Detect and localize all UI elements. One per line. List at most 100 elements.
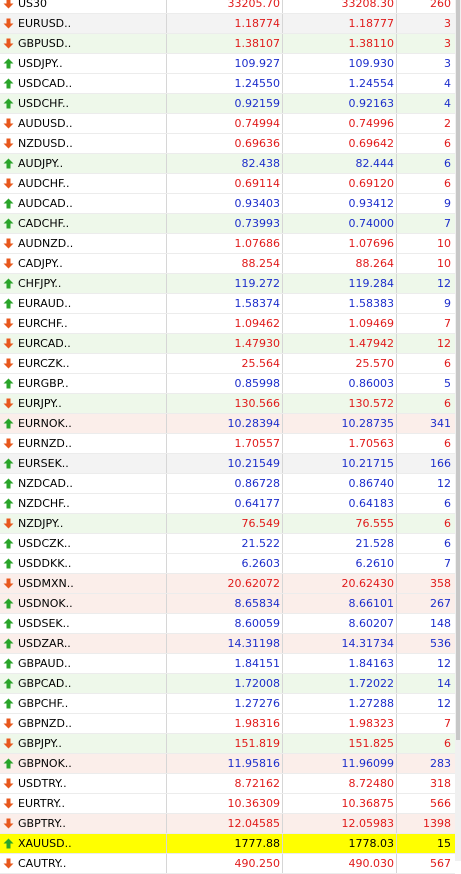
quote-row[interactable]: USDSEK.. 8.60059 8.60207 148 bbox=[0, 614, 455, 634]
quote-row[interactable]: US30 33205.70 33208.30 260 bbox=[0, 0, 455, 14]
quote-row[interactable]: GBPJPY.. 151.819 151.825 6 bbox=[0, 734, 455, 754]
scrollbar-thumb[interactable] bbox=[456, 0, 460, 740]
symbol-cell: EURCAD.. bbox=[0, 334, 167, 353]
symbol-label: AUDCAD.. bbox=[18, 197, 73, 210]
vertical-scrollbar[interactable] bbox=[455, 0, 461, 861]
arrow-up-icon bbox=[3, 618, 14, 629]
symbol-cell: USDCHF.. bbox=[0, 94, 167, 113]
spread-cell: 2 bbox=[444, 117, 451, 130]
quote-row[interactable]: USDCZK.. 21.522 21.528 6 bbox=[0, 534, 455, 554]
quote-row[interactable]: NZDCHF.. 0.64177 0.64183 6 bbox=[0, 494, 455, 514]
arrow-up-icon bbox=[3, 198, 14, 209]
quote-row[interactable]: CAUTRY.. 490.250 490.030 567 bbox=[0, 854, 455, 874]
quote-row[interactable]: EURUSD.. 1.18774 1.18777 3 bbox=[0, 14, 455, 34]
ask-cell: 25.570 bbox=[283, 354, 397, 373]
bid-cell: 82.438 bbox=[167, 154, 283, 173]
bid-cell: 21.522 bbox=[167, 534, 283, 553]
quote-row[interactable]: USDCAD.. 1.24550 1.24554 4 bbox=[0, 74, 455, 94]
quote-row[interactable]: EURCHF.. 1.09462 1.09469 7 bbox=[0, 314, 455, 334]
bid-cell: 109.927 bbox=[167, 54, 283, 73]
arrow-down-icon bbox=[3, 518, 14, 529]
arrow-up-icon bbox=[3, 78, 14, 89]
spread-cell: 6 bbox=[444, 497, 451, 510]
quote-row[interactable]: EURAUD.. 1.58374 1.58383 9 bbox=[0, 294, 455, 314]
ask-cell: 0.69642 bbox=[283, 134, 397, 153]
spread-cell: 6 bbox=[444, 357, 451, 370]
arrow-down-icon bbox=[3, 178, 14, 189]
symbol-label: USDSEK.. bbox=[18, 617, 70, 630]
ask-cell: 10.21715 bbox=[283, 454, 397, 473]
quote-row[interactable]: GBPAUD.. 1.84151 1.84163 12 bbox=[0, 654, 455, 674]
quote-row[interactable]: AUDCAD.. 0.93403 0.93412 9 bbox=[0, 194, 455, 214]
symbol-cell: AUDJPY.. bbox=[0, 154, 167, 173]
quote-row[interactable]: EURJPY.. 130.566 130.572 6 bbox=[0, 394, 455, 414]
quote-row[interactable]: AUDJPY.. 82.438 82.444 6 bbox=[0, 154, 455, 174]
ask-cell: 490.030 bbox=[283, 854, 397, 873]
ask-cell: 88.264 bbox=[283, 254, 397, 273]
arrow-up-icon bbox=[3, 598, 14, 609]
ask-cell: 0.69120 bbox=[283, 174, 397, 193]
quote-row[interactable]: USDMXN.. 20.62072 20.62430 358 bbox=[0, 574, 455, 594]
spread-cell: 9 bbox=[444, 197, 451, 210]
quote-row[interactable]: GBPCHF.. 1.27276 1.27288 12 bbox=[0, 694, 455, 714]
quote-row[interactable]: EURGBP.. 0.85998 0.86003 5 bbox=[0, 374, 455, 394]
arrow-down-icon bbox=[3, 438, 14, 449]
quote-row[interactable]: NZDCAD.. 0.86728 0.86740 12 bbox=[0, 474, 455, 494]
quote-row[interactable]: AUDCHF.. 0.69114 0.69120 6 bbox=[0, 174, 455, 194]
quote-row[interactable]: NZDUSD.. 0.69636 0.69642 6 bbox=[0, 134, 455, 154]
quote-row[interactable]: EURNOK.. 10.28394 10.28735 341 bbox=[0, 414, 455, 434]
symbol-cell: EURNZD.. bbox=[0, 434, 167, 453]
quote-row[interactable]: EURNZD.. 1.70557 1.70563 6 bbox=[0, 434, 455, 454]
spread-cell: 15 bbox=[437, 837, 451, 850]
quote-row[interactable]: GBPNZD.. 1.98316 1.98323 7 bbox=[0, 714, 455, 734]
symbol-cell: CHFJPY.. bbox=[0, 274, 167, 293]
quote-row[interactable]: CADCHF.. 0.73993 0.74000 7 bbox=[0, 214, 455, 234]
symbol-label: EURSEK.. bbox=[18, 457, 69, 470]
quote-row[interactable]: EURCZK.. 25.564 25.570 6 bbox=[0, 354, 455, 374]
quote-row[interactable]: USDCHF.. 0.92159 0.92163 4 bbox=[0, 94, 455, 114]
arrow-down-icon bbox=[3, 398, 14, 409]
arrow-up-icon bbox=[3, 158, 14, 169]
ask-cell: 8.60207 bbox=[283, 614, 397, 633]
quote-row[interactable]: AUDUSD.. 0.74994 0.74996 2 bbox=[0, 114, 455, 134]
symbol-cell: EURCHF.. bbox=[0, 314, 167, 333]
ask-cell: 33208.30 bbox=[283, 0, 397, 13]
quote-row[interactable]: USDDKK.. 6.2603 6.2610 7 bbox=[0, 554, 455, 574]
arrow-up-icon bbox=[3, 278, 14, 289]
arrow-up-icon bbox=[3, 298, 14, 309]
ask-cell: 14.31734 bbox=[283, 634, 397, 653]
spread-cell: 3 bbox=[444, 17, 451, 30]
symbol-label: EURAUD.. bbox=[18, 297, 72, 310]
symbol-label: USDJPY.. bbox=[18, 57, 63, 70]
bid-cell: 10.36309 bbox=[167, 794, 283, 813]
symbol-cell: EURAUD.. bbox=[0, 294, 167, 313]
symbol-label: GBPAUD.. bbox=[18, 657, 72, 670]
quote-row[interactable]: GBPUSD.. 1.38107 1.38110 3 bbox=[0, 34, 455, 54]
quote-row[interactable]: USDZAR.. 14.31198 14.31734 536 bbox=[0, 634, 455, 654]
arrow-down-icon bbox=[3, 138, 14, 149]
quote-row[interactable]: USDJPY.. 109.927 109.930 3 bbox=[0, 54, 455, 74]
spread-cell: 4 bbox=[444, 77, 451, 90]
spread-cell: 4 bbox=[444, 97, 451, 110]
symbol-label: CADCHF.. bbox=[18, 217, 70, 230]
quote-row[interactable]: GBPTRY.. 12.04585 12.05983 1398 bbox=[0, 814, 455, 834]
arrow-up-icon bbox=[3, 98, 14, 109]
quote-row[interactable]: USDNOK.. 8.65834 8.66101 267 bbox=[0, 594, 455, 614]
quote-row[interactable]: NZDJPY.. 76.549 76.555 6 bbox=[0, 514, 455, 534]
arrow-up-icon bbox=[3, 378, 14, 389]
bid-cell: 1.09462 bbox=[167, 314, 283, 333]
quote-row[interactable]: XAUUSD.. 1777.88 1778.03 15 bbox=[0, 834, 455, 854]
ask-cell: 109.930 bbox=[283, 54, 397, 73]
bid-cell: 151.819 bbox=[167, 734, 283, 753]
quote-row[interactable]: CADJPY.. 88.254 88.264 10 bbox=[0, 254, 455, 274]
quote-row[interactable]: EURSEK.. 10.21549 10.21715 166 bbox=[0, 454, 455, 474]
quote-row[interactable]: GBPNOK.. 11.95816 11.96099 283 bbox=[0, 754, 455, 774]
quote-row[interactable]: EURTRY.. 10.36309 10.36875 566 bbox=[0, 794, 455, 814]
quote-row[interactable]: AUDNZD.. 1.07686 1.07696 10 bbox=[0, 234, 455, 254]
quote-row[interactable]: USDTRY.. 8.72162 8.72480 318 bbox=[0, 774, 455, 794]
quote-row[interactable]: CHFJPY.. 119.272 119.284 12 bbox=[0, 274, 455, 294]
arrow-up-icon bbox=[3, 58, 14, 69]
quote-row[interactable]: GBPCAD.. 1.72008 1.72022 14 bbox=[0, 674, 455, 694]
quote-row[interactable]: EURCAD.. 1.47930 1.47942 12 bbox=[0, 334, 455, 354]
ask-cell: 1.58383 bbox=[283, 294, 397, 313]
